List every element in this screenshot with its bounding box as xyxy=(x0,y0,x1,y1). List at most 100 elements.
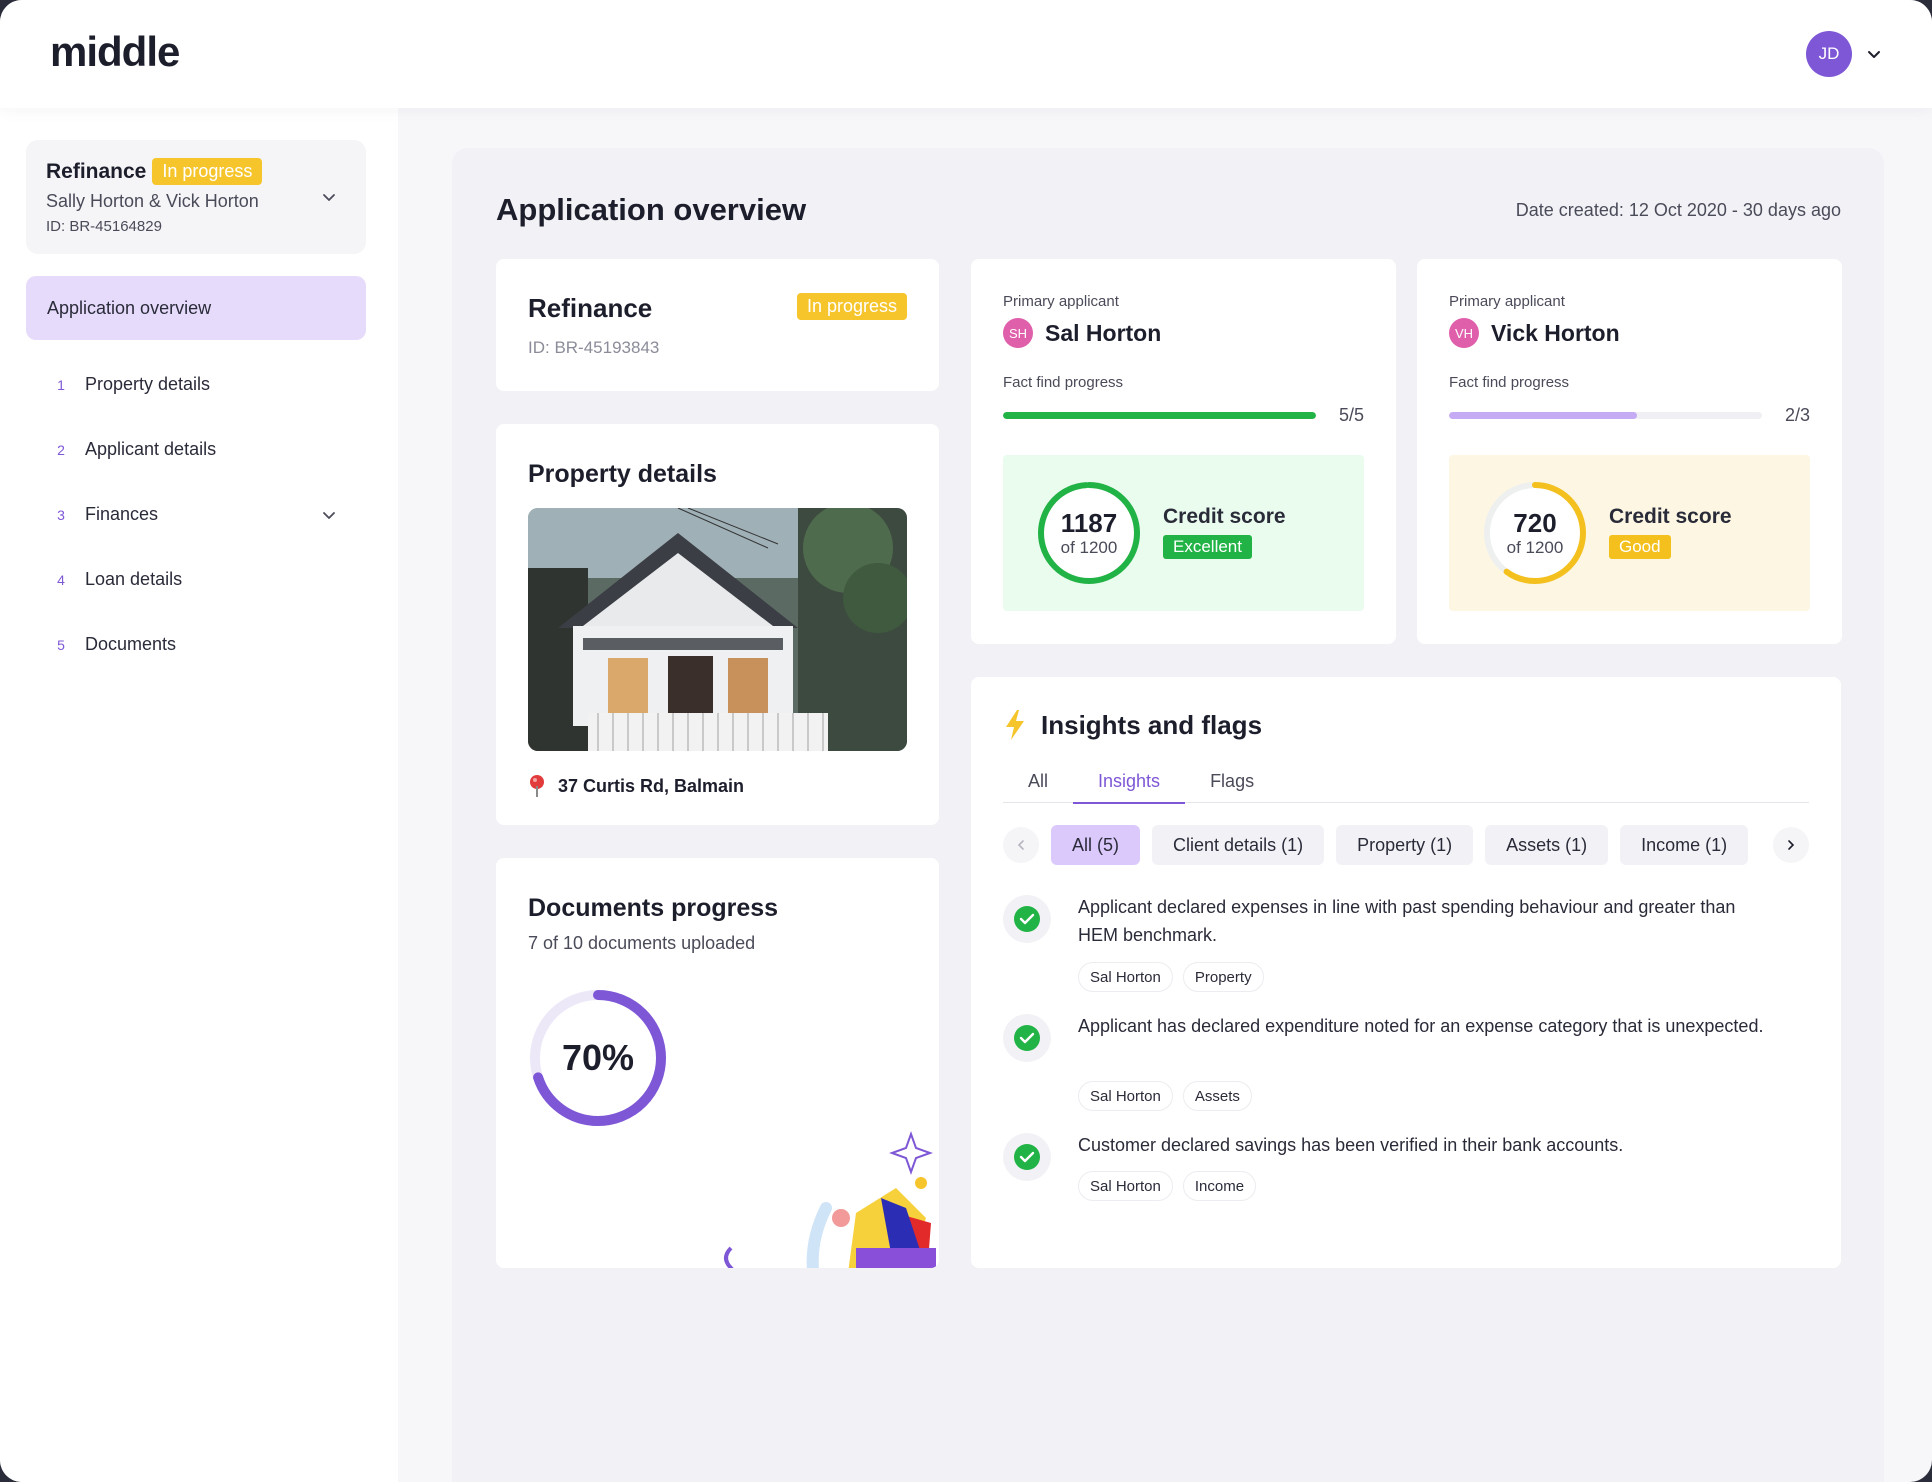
check-icon xyxy=(1003,1014,1051,1062)
card-title: Insights and flags xyxy=(1041,709,1263,740)
top-bar: middle JD xyxy=(0,0,1932,108)
applicant-names: Sally Horton & Vick Horton xyxy=(46,191,259,211)
avatar: JD xyxy=(1806,31,1852,77)
tab-insights[interactable]: Insights xyxy=(1073,765,1186,804)
logo[interactable]: middle xyxy=(50,28,180,76)
credit-score-value: 1187 xyxy=(1060,508,1118,538)
credit-score-label: Credit score xyxy=(1163,505,1286,528)
credit-score-label: Credit score xyxy=(1609,505,1732,528)
property-photo xyxy=(528,508,907,751)
credit-score-box: 720 of 1200 Credit score Good xyxy=(1449,455,1810,611)
applicant-card: Primary applicant SH Sal Horton Fact fin… xyxy=(971,259,1396,644)
tag: Sal Horton xyxy=(1078,1081,1173,1111)
insight-text: Applicant declared expenses in line with… xyxy=(1078,897,1736,945)
sidebar-item-applicant-details[interactable]: 2 Applicant details xyxy=(26,417,366,482)
app-window: middle JD Refinance In progress Sally Ho… xyxy=(0,0,1932,1482)
refinance-card: Refinance ID: BR-45193843 In progress xyxy=(496,259,939,391)
fact-find-progress-fill xyxy=(1449,412,1637,419)
applicant-avatar: VH xyxy=(1449,318,1479,348)
documents-subtitle: 7 of 10 documents uploaded xyxy=(528,933,756,953)
application-id: ID: BR-45193843 xyxy=(528,338,660,357)
sidebar-item-label: Documents xyxy=(85,634,177,654)
credit-score-value: 720 xyxy=(1513,508,1557,538)
tag: Assets xyxy=(1182,1081,1252,1111)
chevron-down-icon[interactable] xyxy=(320,506,338,524)
card-title: Property details xyxy=(528,460,717,488)
chevron-left-icon xyxy=(1017,840,1024,850)
documents-progress-card: Documents progress 7 of 10 documents upl… xyxy=(496,858,939,1268)
fact-find-progress-bar xyxy=(1449,412,1762,419)
insights-card: Insights and flags All Insights Flags Al… xyxy=(971,677,1841,1268)
application-selector[interactable]: Refinance In progress Sally Horton & Vic… xyxy=(26,140,366,254)
step-number: 2 xyxy=(57,441,65,458)
check-icon xyxy=(1003,1133,1051,1181)
fact-find-label: Fact find progress xyxy=(1449,374,1570,391)
sidebar: Refinance In progress Sally Horton & Vic… xyxy=(0,108,398,1482)
sidebar-item-application-overview[interactable]: Application overview xyxy=(26,276,366,340)
sidebar-item-loan-details[interactable]: 4 Loan details xyxy=(26,547,366,612)
sidebar-item-property-details[interactable]: 1 Property details xyxy=(26,352,366,417)
fact-find-progress-fill xyxy=(1003,412,1316,419)
sidebar-item-finances[interactable]: 3 Finances xyxy=(26,482,366,547)
filter-chip-assets[interactable]: Assets (1) xyxy=(1485,825,1609,865)
scroll-right-button[interactable] xyxy=(1773,827,1809,863)
applicant-name: Sal Horton xyxy=(1045,319,1162,346)
step-number: 3 xyxy=(57,506,65,523)
sidebar-item-label: Finances xyxy=(85,504,159,524)
filter-chip-client-details[interactable]: Client details (1) xyxy=(1152,825,1325,865)
tab-flags[interactable]: Flags xyxy=(1185,765,1279,803)
chevron-right-icon xyxy=(1788,840,1795,850)
fact-find-value: 2/3 xyxy=(1784,405,1810,425)
status-badge: In progress xyxy=(152,158,263,185)
step-number: 1 xyxy=(57,376,65,393)
credit-rating-badge: Excellent xyxy=(1163,535,1252,559)
fact-find-label: Fact find progress xyxy=(1003,374,1124,391)
check-icon xyxy=(1003,895,1051,943)
applicant-role: Primary applicant xyxy=(1449,293,1565,310)
user-menu-button[interactable]: JD xyxy=(1806,31,1882,77)
filter-chip-income[interactable]: Income (1) xyxy=(1620,825,1749,865)
sidebar-item-label: Property details xyxy=(85,374,211,394)
tag: Sal Horton xyxy=(1078,962,1173,992)
page-title: Application overview xyxy=(496,192,807,227)
address-text: 37 Curtis Rd, Balmain xyxy=(558,775,745,796)
tag: Income xyxy=(1182,1171,1257,1201)
application-type: Refinance xyxy=(46,159,147,183)
insight-text: Applicant has declared expenditure noted… xyxy=(1078,1016,1764,1036)
status-badge: In progress xyxy=(796,293,907,320)
map-pin-icon xyxy=(530,775,544,797)
application-id: ID: BR-45164829 xyxy=(46,218,162,235)
tag: Property xyxy=(1182,962,1264,992)
step-number: 4 xyxy=(57,571,65,588)
step-number: 5 xyxy=(57,636,65,653)
credit-score-box: 1187 of 1200 Credit score Excellent xyxy=(1003,455,1364,611)
sidebar-item-label: Loan details xyxy=(85,569,183,589)
applicant-name: Vick Horton xyxy=(1491,319,1620,346)
property-address: 37 Curtis Rd, Balmain xyxy=(528,774,744,798)
filter-chip-all[interactable]: All (5) xyxy=(1051,825,1141,865)
filter-chips: All (5) Client details (1) Property (1) … xyxy=(1003,825,1809,865)
insight-text: Customer declared savings has been verif… xyxy=(1078,1135,1624,1155)
sidebar-item-label: Applicant details xyxy=(85,439,217,459)
credit-score-max: of 1200 xyxy=(1506,538,1564,557)
filter-chip-property[interactable]: Property (1) xyxy=(1336,825,1474,865)
credit-rating-badge: Good xyxy=(1609,535,1671,559)
sidebar-item-documents[interactable]: 5 Documents xyxy=(26,612,366,677)
applicant-avatar: SH xyxy=(1003,318,1033,348)
credit-score-max: of 1200 xyxy=(1060,538,1118,557)
fact-find-value: 5/5 xyxy=(1338,405,1364,425)
card-title: Documents progress xyxy=(528,894,779,922)
applicant-role: Primary applicant xyxy=(1003,293,1119,310)
applicant-card: Primary applicant VH Vick Horton Fact fi… xyxy=(1417,259,1842,644)
chevron-down-icon xyxy=(323,194,335,201)
insights-tabs: All Insights Flags xyxy=(1003,765,1809,804)
property-card: Property details 37 Curtis Rd, Balmain xyxy=(496,424,939,825)
scroll-left-button[interactable] xyxy=(1003,827,1039,863)
tab-all[interactable]: All xyxy=(1003,765,1073,803)
sidebar-nav: 1 Property details 2 Applicant details 3… xyxy=(26,352,366,677)
lightning-icon xyxy=(1006,710,1024,740)
date-created: Date created: 12 Oct 2020 - 30 days ago xyxy=(1515,200,1841,220)
folder-illustration xyxy=(724,1131,936,1268)
chevron-down-icon xyxy=(1868,51,1880,58)
tag: Sal Horton xyxy=(1078,1171,1173,1201)
